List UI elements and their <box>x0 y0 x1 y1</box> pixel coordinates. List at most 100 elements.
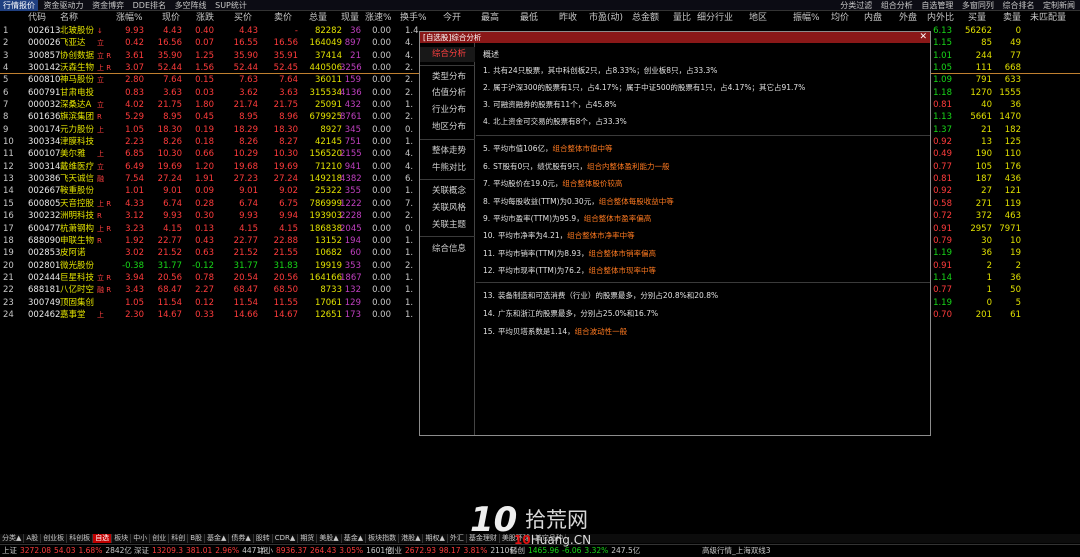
bid-volume: 30 <box>981 235 992 246</box>
market-tab[interactable]: 美股▲ <box>317 534 342 543</box>
col-low[interactable]: 最低 <box>520 12 538 25</box>
market-tab[interactable]: 创业 <box>150 534 170 543</box>
rise-speed: 0.00 <box>372 285 391 296</box>
market-tab[interactable]: 科创板 <box>67 534 94 543</box>
tab-long-short[interactable]: 多空阵线 <box>172 0 210 11</box>
market-tab[interactable]: 板块指数 <box>366 534 400 543</box>
delta: 0.45 <box>195 112 214 123</box>
col-name[interactable]: 名称 <box>60 12 78 25</box>
menu-ranking[interactable]: 综合排名 <box>999 0 1037 11</box>
current-volume: 132 <box>344 285 361 296</box>
stock-code: 600107 <box>28 149 61 160</box>
market-tab[interactable]: 期货 <box>298 534 318 543</box>
col-price[interactable]: 现价 <box>162 12 180 25</box>
ask-volume: 50 <box>1010 285 1021 296</box>
bid-volume: 271 <box>975 198 992 209</box>
total-volume: 19919 <box>314 260 342 271</box>
change-pct: 0.42 <box>125 38 144 49</box>
nav-item[interactable]: 关联风格 <box>420 201 475 216</box>
menu-filter[interactable]: 分类过滤 <box>837 0 875 11</box>
nav-item[interactable]: 估值分析 <box>420 86 475 101</box>
turnover: 2. <box>405 260 414 271</box>
col-amplitude[interactable]: 振幅% <box>793 12 820 25</box>
market-tab[interactable]: 基金▲ <box>205 534 230 543</box>
nav-item[interactable]: 牛熊对比 <box>420 161 475 176</box>
col-high[interactable]: 最高 <box>481 12 499 25</box>
index-quote[interactable]: 深证 13209.3 381.01 2.96% 4471亿 <box>134 545 272 557</box>
delta: -0.12 <box>192 260 214 271</box>
nav-item[interactable]: 地区分布 <box>420 120 475 135</box>
market-tab[interactable]: 创业板 <box>41 534 68 543</box>
stock-tag: 立 <box>97 162 104 171</box>
col-volume[interactable]: 总量 <box>309 12 327 25</box>
tab-fund-game[interactable]: 资金博弈 <box>89 0 127 11</box>
col-current[interactable]: 现量 <box>341 12 359 25</box>
inout-ratio: 1.14 <box>933 272 952 283</box>
col-inner[interactable]: 内盘 <box>864 12 882 25</box>
market-tab[interactable]: 股转 <box>254 534 273 543</box>
market-tab[interactable]: 基金▲ <box>342 534 367 543</box>
col-outer[interactable]: 外盘 <box>899 12 917 25</box>
delta: 0.78 <box>195 272 214 283</box>
col-change-pct[interactable]: 涨幅% <box>116 12 143 25</box>
tab-quotes[interactable]: 行情报价 <box>0 0 38 11</box>
col-turnover[interactable]: 换手% <box>400 12 427 25</box>
market-tab[interactable]: 科创 <box>169 534 189 543</box>
market-tab[interactable]: 期权▲ <box>423 534 448 543</box>
nav-item[interactable]: 综合分析 <box>420 47 475 62</box>
current-volume: 353 <box>344 260 361 271</box>
menu-custom-news[interactable]: 定制新闻 <box>1040 0 1078 11</box>
close-icon[interactable]: ✕ <box>919 32 927 43</box>
rise-speed: 0.00 <box>372 186 391 197</box>
market-tab[interactable]: 债券▲ <box>229 534 254 543</box>
market-tab[interactable]: B股 <box>188 534 205 543</box>
line-text: 共有24只股票，其中科创板2只，占8.33%；创业板8只，占33.3% <box>493 66 718 75</box>
col-code[interactable]: 代码 <box>28 12 46 25</box>
menu-portfolio-analysis[interactable]: 组合分析 <box>878 0 916 11</box>
menu-watchlist-manage[interactable]: 自选管理 <box>918 0 956 11</box>
nav-item[interactable]: 关联概念 <box>420 184 475 199</box>
market-tab[interactable]: 外汇 <box>448 534 467 543</box>
index-quote[interactable]: 上证 3272.08 54.03 1.68% 2842亿 <box>2 545 135 557</box>
nav-item[interactable]: 关联主题 <box>420 218 475 233</box>
col-inout-ratio[interactable]: 内外比 <box>927 12 954 25</box>
col-delta[interactable]: 涨跌 <box>196 12 214 25</box>
tab-fund-driver[interactable]: 资金驱动力 <box>41 0 87 11</box>
col-amount[interactable]: 总金额 <box>632 12 659 25</box>
market-tab[interactable]: A股 <box>24 534 42 543</box>
row-index: 16 <box>3 211 14 222</box>
col-avg-price[interactable]: 均价 <box>831 12 849 25</box>
col-open[interactable]: 今开 <box>443 12 461 25</box>
tab-dde-rank[interactable]: DDE排名 <box>130 0 169 11</box>
col-region[interactable]: 地区 <box>749 12 767 25</box>
bid-volume: 187 <box>975 174 992 185</box>
market-tab[interactable]: 板块 <box>112 534 132 543</box>
col-vol-ratio[interactable]: 量比 <box>673 12 691 25</box>
tab-sup-stats[interactable]: SUP统计 <box>212 0 250 11</box>
market-tab[interactable]: CDR▲ <box>273 534 299 543</box>
col-buy[interactable]: 买价 <box>234 12 252 25</box>
line-number: 15. <box>483 327 495 336</box>
market-tab[interactable]: 港股▲ <box>399 534 424 543</box>
col-prev-close[interactable]: 昨收 <box>559 12 577 25</box>
col-unmatched[interactable]: 未匹配量 <box>1030 12 1066 25</box>
col-speed[interactable]: 涨速% <box>365 12 392 25</box>
menu-multi-window[interactable]: 多窗同列 <box>959 0 997 11</box>
nav-item[interactable]: 整体走势 <box>420 144 475 159</box>
col-bid-volume[interactable]: 买量 <box>968 12 986 25</box>
col-ask-volume[interactable]: 卖量 <box>1003 12 1021 25</box>
ask-volume: 121 <box>1004 186 1021 197</box>
buy-price: 3.62 <box>239 87 258 98</box>
nav-item[interactable]: 类型分布 <box>420 70 475 85</box>
nav-item[interactable]: 综合信息 <box>420 242 475 257</box>
nav-item[interactable]: 行业分布 <box>420 103 475 118</box>
col-sell[interactable]: 卖价 <box>274 12 292 25</box>
market-tab[interactable]: 中小 <box>131 534 151 543</box>
market-tab[interactable]: 分类▲ <box>0 534 25 543</box>
ask-volume: 125 <box>1004 137 1021 148</box>
col-industry[interactable]: 细分行业 <box>697 12 733 25</box>
index-quote[interactable]: 中小 8936.37 264.43 3.05% 1601亿 <box>258 545 396 557</box>
col-pe[interactable]: 市盈(动) <box>589 12 623 25</box>
market-tab[interactable]: 自选 <box>93 534 113 543</box>
index-v1: 2672.93 <box>405 546 437 555</box>
